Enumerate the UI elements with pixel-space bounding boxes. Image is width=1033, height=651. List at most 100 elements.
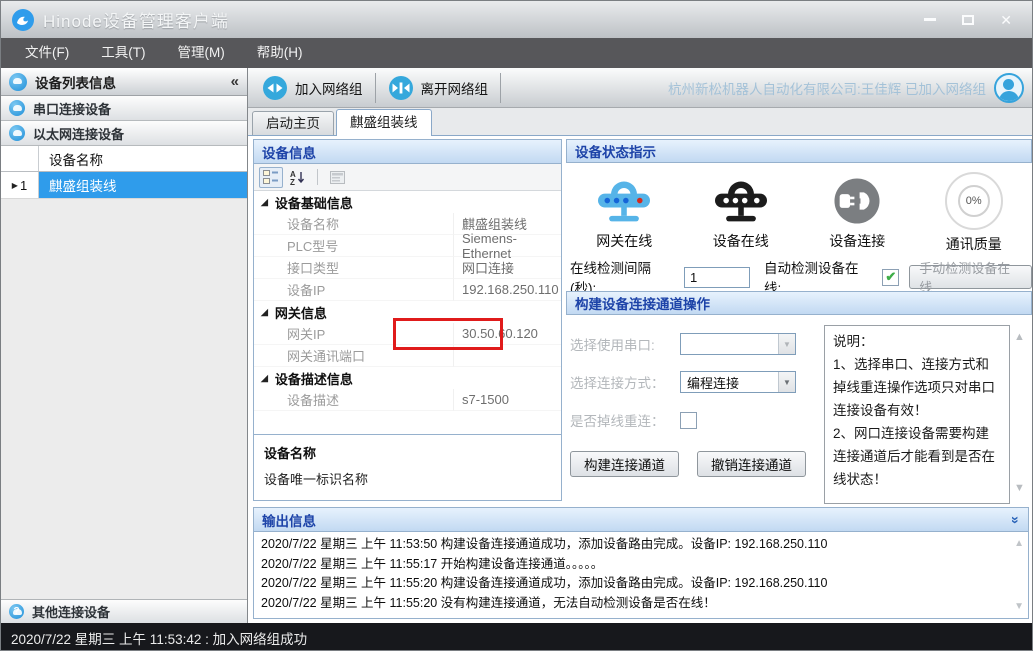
instructions-scrollbar: ▲ ▼ [1010,325,1032,504]
category-collapse-icon[interactable]: ◢ [261,308,268,317]
device-online-icon [708,175,774,227]
row-index: 1 [20,178,27,193]
property-value[interactable]: 30.50.60.120 [454,323,561,345]
collapse-output-icon[interactable]: » [1008,516,1024,524]
manual-check-button[interactable]: 手动检测设备在线 [909,265,1032,289]
leave-network-icon [388,75,414,101]
sidebar-header: 设备列表信息 « [1,68,247,96]
category-label: 设备描述信息 [275,369,353,388]
chevron-down-icon[interactable]: ▼ [778,372,795,392]
toolbar-separator [317,169,318,185]
property-pages-icon [325,167,349,188]
channel-operation-body: 选择使用串口: ▼ 选择连接方式： 编程连接 ▼ [566,315,1032,504]
property-row[interactable]: 设备描述s7-1500 [254,389,561,411]
sidebar-group[interactable]: 串口连接设备 [1,96,247,121]
device-name-column-header: 设备名称 [39,146,247,171]
menu-item[interactable]: 管理(M) [162,38,241,68]
property-value[interactable]: 网口连接 [454,257,561,279]
log-line: 2020/7/22 星期三 上午 11:55:20 没有构建连接通道，无法自动检… [261,594,1021,614]
menu-item[interactable]: 文件(F) [9,38,85,68]
property-category[interactable]: ◢网关信息 [254,301,561,323]
category-collapse-icon[interactable]: ◢ [261,198,268,207]
property-row[interactable]: 设备IP192.168.250.110 [254,279,561,301]
serial-port-select[interactable]: ▼ [680,333,796,355]
connection-mode-select[interactable]: 编程连接 ▼ [680,371,796,393]
join-network-group-button[interactable]: 加入网络组 [250,68,375,107]
revoke-channel-button[interactable]: 撤销连接通道 [697,451,806,477]
output-log: ▲ 2020/7/22 星期三 上午 11:53:50 构建设备连接通道成功，添… [254,532,1028,618]
device-group-icon [9,125,25,141]
maximize-icon[interactable] [962,15,974,25]
note-text: 说明： [833,330,1001,353]
status-bar-text: 2020/7/22 星期三 上午 11:53:42 : 加入网络组成功 [11,628,307,648]
close-icon[interactable]: ✕ [1000,13,1012,27]
sidebar-footer-other-devices[interactable]: 其他连接设备 [1,599,247,623]
property-value[interactable] [454,345,561,367]
build-channel-button[interactable]: 构建连接通道 [570,451,679,477]
property-value[interactable]: s7-1500 [454,389,561,411]
sidebar-group-label: 以太网连接设备 [33,124,124,143]
property-category[interactable]: ◢ 设备基础信息 [254,191,561,213]
property-value[interactable]: 192.168.250.110 [454,279,561,301]
leave-network-group-button[interactable]: 离开网络组 [376,68,501,107]
property-row[interactable]: PLC型号Siemens-Ethernet [254,235,561,257]
property-value[interactable]: Siemens-Ethernet [454,235,561,257]
device-list-icon [9,73,27,91]
row-indicator-column [1,146,39,171]
user-network-status-text: 杭州新松机器人自动化有限公司:王佳辉 已加入网络组 [668,78,986,98]
category-collapse-icon[interactable]: ◢ [261,374,268,383]
svg-text:Z: Z [290,178,295,185]
leave-network-label: 离开网络组 [421,78,489,98]
menu-item[interactable]: 工具(T) [85,38,161,68]
tab[interactable]: 麒盛组装线 [336,109,432,136]
category-label: 设备基础信息 [275,193,353,212]
log-line: 2020/7/22 星期三 上午 11:53:50 构建设备连接通道成功，添加设… [261,535,1021,555]
property-name: 设备名称 [254,213,454,235]
tab[interactable]: 启动主页 [252,111,334,135]
scroll-down-icon[interactable]: ▼ [1014,597,1024,617]
scroll-up-icon[interactable]: ▲ [1014,331,1025,343]
device-info-panel-title: 设备信息 [254,140,561,164]
comm-quality-gauge: 0% [945,172,1003,230]
device-connect-label: 设备连接 [829,231,885,251]
property-grid: ◢设备基础信息设备名称麒盛组装线PLC型号Siemens-Ethernet接口类… [254,191,561,434]
property-row[interactable]: 网关IP30.50.60.120 [254,323,561,345]
reconnect-checkbox[interactable] [680,412,697,429]
main-toolbar: 加入网络组 离开网络组 杭州新松机器人自动化有限公司:王佳辉 已加入网络组 [248,68,1032,108]
sidebar-group[interactable]: 以太网连接设备 [1,121,247,146]
row-indicator: ▶1 [1,172,39,198]
alphabetical-sort-icon[interactable]: A Z [286,167,310,188]
property-name: 网关通讯端口 [254,345,454,367]
scroll-down-icon[interactable]: ▼ [1014,482,1025,494]
chevron-down-icon[interactable]: ▼ [778,334,795,354]
scroll-up-icon[interactable]: ▲ [1014,534,1024,554]
serial-port-label: 选择使用串口: [570,334,680,354]
log-line: 2020/7/22 星期三 上午 11:55:20 构建设备连接通道成功，添加设… [261,574,1021,594]
reconnect-label: 是否掉线重连： [570,410,680,430]
table-row[interactable]: ▶1麒盛组装线 [1,172,247,198]
menu-bar: 文件(F)工具(T)管理(M)帮助(H) [1,38,1032,68]
property-name: 网关IP [254,323,454,345]
online-check-row: 在线检测间隔(秒): 自动检测设备在线: ✔ 手动检测设备在线 [566,263,1032,291]
menu-item[interactable]: 帮助(H) [241,38,319,68]
minimize-icon[interactable] [924,18,936,21]
device-info-panel: 设备信息 A [253,139,562,501]
note-text: 2、网口连接设备需要构建连接通道后才能看到是否在线状态！ [833,422,1001,491]
connection-mode-value: 编程连接 [681,372,778,392]
auto-check-checkbox[interactable]: ✔ [882,269,899,286]
property-row[interactable]: 接口类型网口连接 [254,257,561,279]
gateway-online-indicator: 网关在线 [566,175,683,251]
interval-input[interactable] [684,267,750,288]
status-indicators: 网关在线 [566,163,1032,263]
property-category[interactable]: ◢ 设备描述信息 [254,367,561,389]
device-online-indicator: 设备在线 [683,175,800,251]
property-row[interactable]: 网关通讯端口 [254,345,561,367]
toolbar-separator [500,73,501,103]
collapse-sidebar-icon[interactable]: « [231,73,239,90]
gateway-online-label: 网关在线 [596,231,652,251]
categorized-view-icon[interactable] [259,167,283,188]
device-name-cell[interactable]: 麒盛组装线 [39,172,247,198]
title-bar: Hinode设备管理客户端 ✕ [1,1,1032,38]
sidebar-title: 设备列表信息 [35,72,116,92]
property-name: 接口类型 [254,257,454,279]
